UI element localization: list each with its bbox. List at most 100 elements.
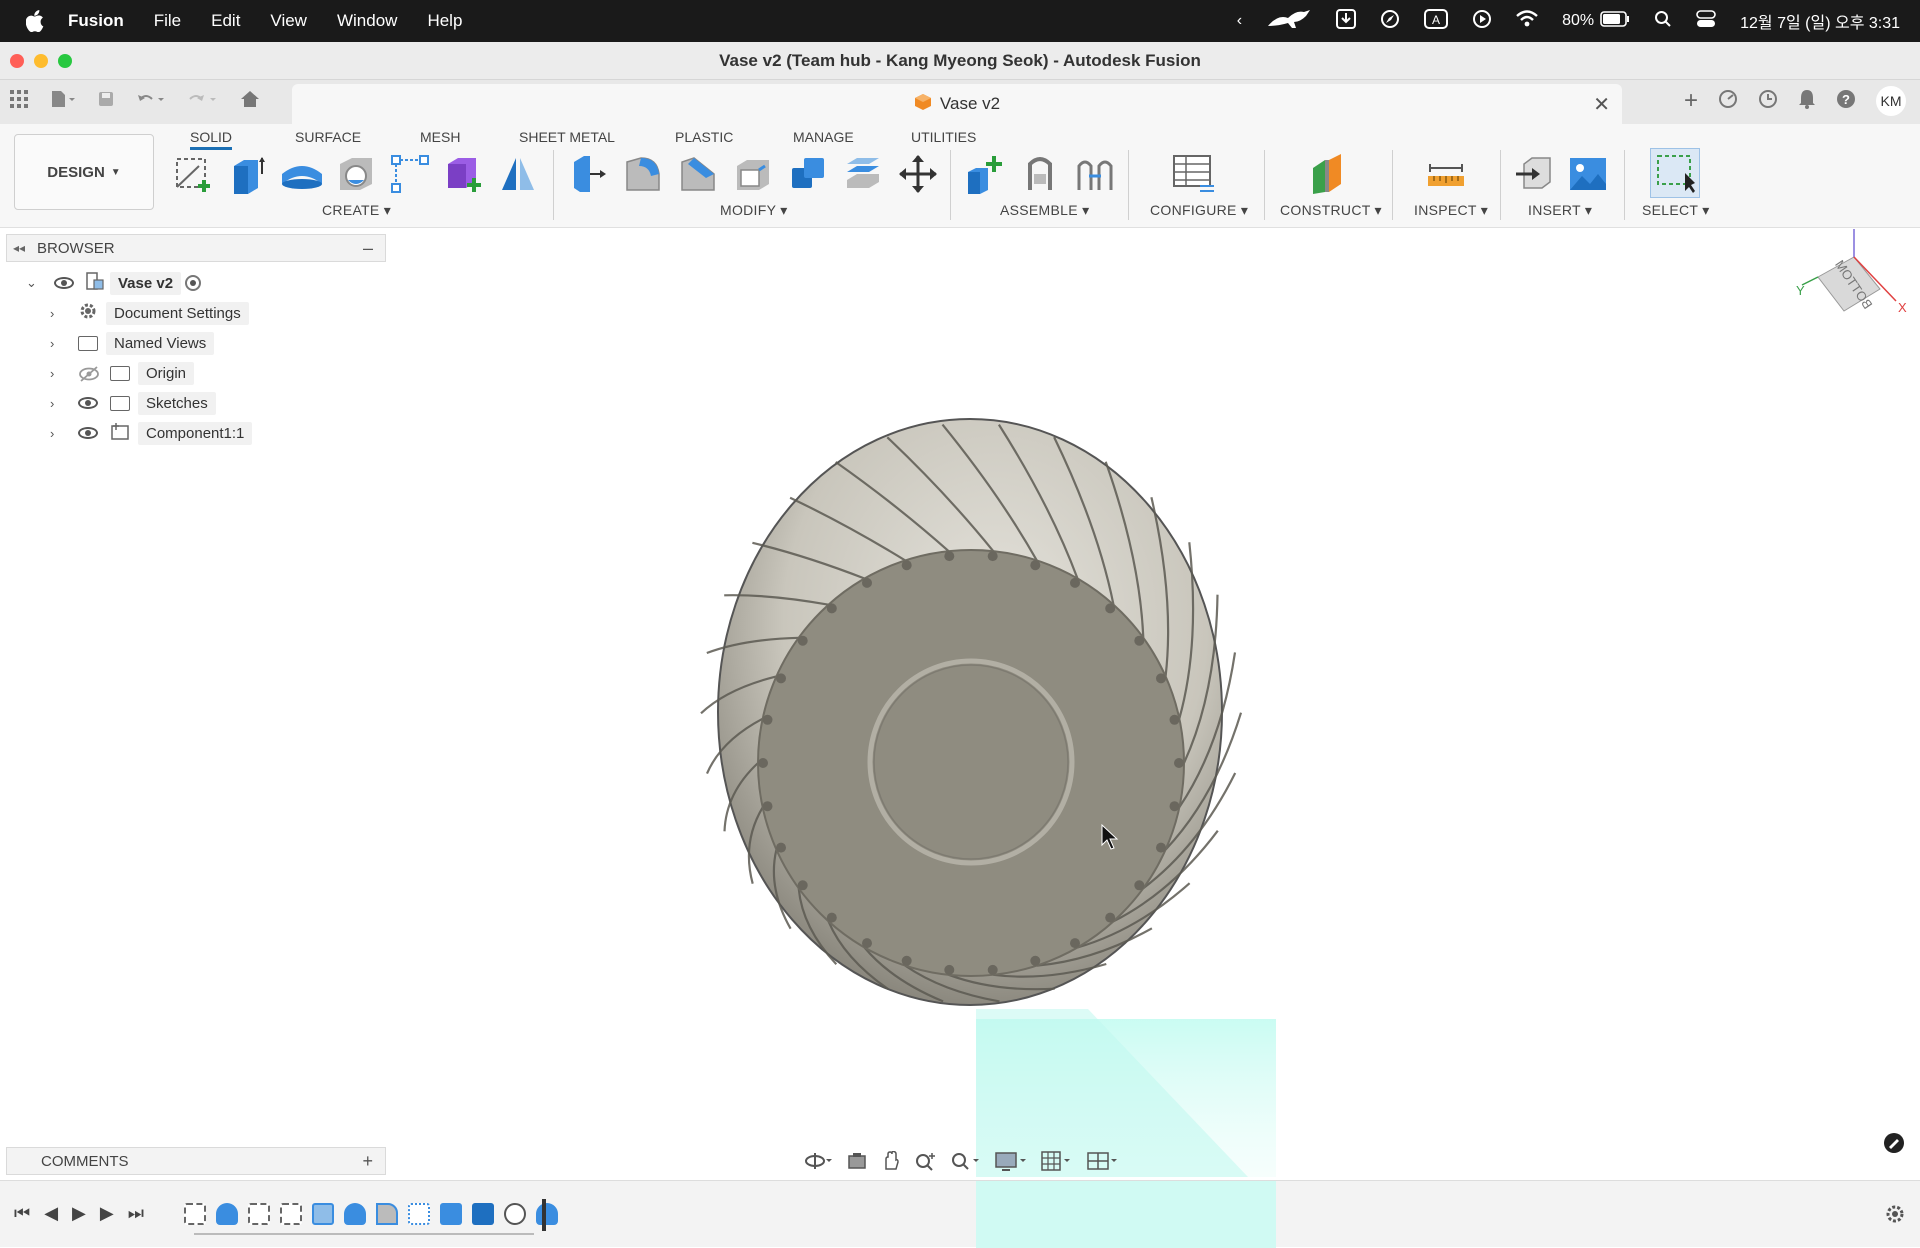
visibility-eye-icon[interactable] xyxy=(78,427,98,439)
move-copy-tool[interactable] xyxy=(896,152,940,196)
timeline-joint-icon[interactable] xyxy=(504,1203,526,1225)
timeline-shell-icon[interactable] xyxy=(312,1203,334,1225)
chevron-right-icon[interactable]: › xyxy=(50,396,64,411)
user-avatar[interactable]: KM xyxy=(1876,86,1906,116)
chevron-right-icon[interactable]: › xyxy=(50,366,64,381)
chevron-right-icon[interactable]: › xyxy=(50,306,64,321)
timeline-sketch-icon[interactable] xyxy=(248,1203,270,1225)
display-settings-icon[interactable] xyxy=(995,1151,1027,1174)
shell-tool[interactable] xyxy=(731,152,775,196)
modify-menu[interactable]: MODIFY ▾ xyxy=(720,202,788,219)
canvas-viewport[interactable]: BOTTOM Z Y X xyxy=(388,213,1920,1177)
pattern-tool[interactable] xyxy=(388,152,432,196)
grid-settings-icon[interactable] xyxy=(1041,1150,1073,1174)
tab-manage[interactable]: MANAGE xyxy=(793,124,854,150)
go-to-start-icon[interactable]: ⏮ xyxy=(14,1203,30,1224)
timeline-marker[interactable] xyxy=(542,1199,546,1231)
revolve-tool[interactable] xyxy=(280,152,324,196)
pen-icon[interactable] xyxy=(1884,1133,1904,1153)
menu-edit[interactable]: Edit xyxy=(211,11,240,31)
search-icon[interactable] xyxy=(1654,10,1672,33)
chevron-right-icon[interactable]: › xyxy=(50,336,64,351)
wifi-icon[interactable] xyxy=(1516,9,1538,33)
configure-menu[interactable]: CONFIGURE ▾ xyxy=(1150,202,1248,219)
menu-help[interactable]: Help xyxy=(427,11,462,31)
timeline-settings-icon[interactable] xyxy=(1884,1203,1906,1230)
hole-tool[interactable] xyxy=(334,152,378,196)
construct-menu[interactable]: CONSTRUCT ▾ xyxy=(1280,202,1382,219)
fit-icon[interactable] xyxy=(951,1151,981,1174)
close-tab-icon[interactable]: ✕ xyxy=(1593,92,1610,117)
chamfer-tool[interactable] xyxy=(676,152,720,196)
activate-radio-icon[interactable] xyxy=(185,275,202,291)
menu-window[interactable]: Window xyxy=(337,11,397,31)
timeline-pattern-icon[interactable] xyxy=(408,1203,430,1225)
menu-file[interactable]: File xyxy=(154,11,181,31)
offset-plane-tool[interactable] xyxy=(1305,152,1349,196)
play-icon[interactable]: ▶ xyxy=(72,1203,86,1224)
extrude-tool[interactable] xyxy=(226,152,270,196)
combine-tool[interactable] xyxy=(786,152,830,196)
configure-tool[interactable] xyxy=(1172,152,1216,196)
help-icon[interactable]: ? xyxy=(1836,89,1856,114)
tab-mesh[interactable]: MESH xyxy=(420,124,460,150)
timeline-sketch-icon[interactable] xyxy=(184,1203,206,1225)
as-built-joint-tool[interactable] xyxy=(1073,152,1117,196)
tab-sheet-metal[interactable]: SHEET METAL xyxy=(519,124,615,150)
control-center-icon[interactable] xyxy=(1696,9,1716,33)
timeline-revolve-icon[interactable] xyxy=(536,1203,558,1225)
fillet-tool[interactable] xyxy=(621,152,665,196)
save-icon[interactable] xyxy=(98,91,114,112)
insert-derive-tool[interactable] xyxy=(1512,152,1556,196)
timeline-revolve-icon[interactable] xyxy=(216,1203,238,1225)
compass-icon[interactable] xyxy=(1380,9,1400,34)
timeline-revolve-icon[interactable] xyxy=(344,1203,366,1225)
tree-root[interactable]: ⌄ Vase v2 xyxy=(26,270,202,296)
tab-solid[interactable]: SOLID xyxy=(190,124,233,150)
look-at-icon[interactable] xyxy=(847,1152,867,1173)
create-sketch-tool[interactable] xyxy=(172,152,216,196)
canvas-image-tool[interactable] xyxy=(1566,152,1610,196)
tree-item-named-views[interactable]: › Named Views xyxy=(50,330,215,356)
offset-face-tool[interactable] xyxy=(841,152,885,196)
press-pull-tool[interactable] xyxy=(566,152,610,196)
extensions-icon[interactable] xyxy=(1718,89,1738,114)
tab-utilities[interactable]: UTILITIES xyxy=(911,124,976,150)
battery-icon[interactable] xyxy=(1600,10,1630,32)
data-panel-icon[interactable] xyxy=(10,90,28,113)
datetime[interactable]: 12월 7일 (일) 오후 3:31 xyxy=(1740,9,1900,33)
timeline-component-icon[interactable] xyxy=(440,1203,462,1225)
view-cube[interactable]: BOTTOM Z Y X xyxy=(1796,213,1907,315)
new-component-tool[interactable] xyxy=(962,152,1006,196)
undo-icon[interactable] xyxy=(136,91,166,112)
tree-item-component[interactable]: › Component1:1 xyxy=(50,420,253,446)
timeline-sketch-icon[interactable] xyxy=(280,1203,302,1225)
select-menu[interactable]: SELECT ▾ xyxy=(1642,202,1710,219)
app-menu[interactable]: Fusion xyxy=(68,11,124,31)
zoom-window-button[interactable] xyxy=(58,54,72,68)
insert-menu[interactable]: INSERT ▾ xyxy=(1528,202,1592,219)
job-status-icon[interactable] xyxy=(1758,89,1778,114)
kangaroo-icon[interactable] xyxy=(1266,8,1312,35)
minimize-panel-icon[interactable]: – xyxy=(363,238,373,259)
chevron-down-icon[interactable]: ⌄ xyxy=(26,275,40,291)
download-icon[interactable] xyxy=(1336,8,1357,34)
step-back-icon[interactable]: ◀ xyxy=(44,1203,58,1224)
create-form-tool[interactable] xyxy=(442,152,486,196)
apple-icon[interactable] xyxy=(26,9,46,33)
redo-icon[interactable] xyxy=(188,91,218,112)
workspace-switcher[interactable]: DESIGN ▼ xyxy=(14,134,154,210)
model-view[interactable]: BOTTOM Z Y X xyxy=(388,213,1920,1177)
timeline-combine-icon[interactable] xyxy=(472,1203,494,1225)
assemble-menu[interactable]: ASSEMBLE ▾ xyxy=(1000,202,1089,219)
chevron-left-icon[interactable]: ‹ xyxy=(1237,12,1242,30)
create-menu[interactable]: CREATE ▾ xyxy=(322,202,391,219)
step-forward-icon[interactable]: ▶ xyxy=(100,1203,114,1224)
hidden-eye-icon[interactable] xyxy=(78,366,99,382)
minimize-window-button[interactable] xyxy=(34,54,48,68)
chevron-right-icon[interactable]: › xyxy=(50,426,64,441)
collapse-panel-icon[interactable]: ◂◂ xyxy=(13,241,25,255)
go-to-end-icon[interactable]: ⏭ xyxy=(128,1203,144,1224)
notifications-icon[interactable] xyxy=(1798,89,1816,114)
tab-surface[interactable]: SURFACE xyxy=(295,124,361,150)
